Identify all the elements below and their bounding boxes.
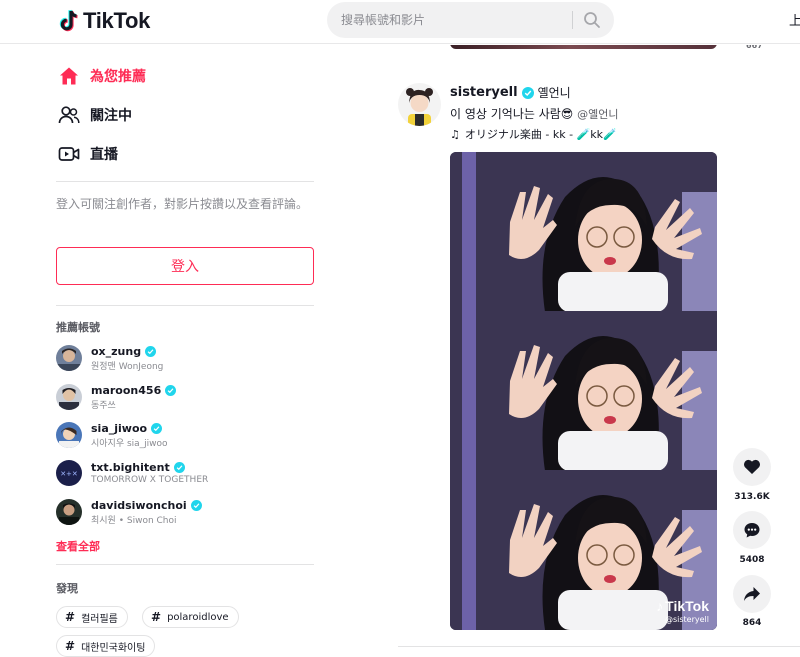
sidebar: 為您推薦 關注中 直播 登入可關注創作者，對影片按讚以及查看評論。 登入 推薦帳… xyxy=(0,45,330,657)
hashtag-icon: # xyxy=(151,610,162,624)
comment-button[interactable] xyxy=(733,511,771,549)
brand-name: TikTok xyxy=(83,8,151,33)
nav-for-you[interactable]: 為您推薦 xyxy=(58,65,146,87)
tag-label: 컬러필름 xyxy=(81,613,118,625)
avatar xyxy=(56,422,82,448)
see-all-link[interactable]: 查看全部 xyxy=(56,538,100,554)
search-icon xyxy=(584,12,600,28)
suggested-account[interactable]: ✕+✕ txt.bighitent TOMORROW X TOGETHER xyxy=(56,458,208,488)
avatar xyxy=(56,345,82,371)
caption-text: 이 영상 기억나는 사람😎 xyxy=(450,107,574,121)
tiktok-note-icon: ♪ xyxy=(656,598,664,614)
video-feed: 667 sisteryell 옐언니 이 영상 기억나는 사람😎 @옐언니 ♫ … xyxy=(330,45,800,657)
account-username: ox_zung xyxy=(91,345,163,358)
verified-icon xyxy=(521,86,534,99)
verified-icon xyxy=(190,499,202,511)
search-bar xyxy=(327,2,614,38)
discover-tag[interactable]: # 컬러필름 xyxy=(56,606,128,628)
like-button[interactable] xyxy=(733,448,771,486)
account-display-name: 동주쓰 xyxy=(91,400,116,411)
nav-label: 直播 xyxy=(90,147,118,163)
svg-text:✕+✕: ✕+✕ xyxy=(60,470,78,478)
divider xyxy=(56,564,314,565)
tag-label: polaroidlove xyxy=(167,611,229,623)
account-display-name: 원정맨 WonJeong xyxy=(91,361,164,372)
previous-video[interactable] xyxy=(450,45,717,49)
following-icon xyxy=(58,104,80,126)
divider xyxy=(56,305,314,306)
watermark-handle: @sisteryell xyxy=(664,615,709,624)
account-display-name: TOMORROW X TOGETHER xyxy=(91,475,209,485)
post-divider xyxy=(398,646,800,647)
account-display-name: 시아지우 sia_jiwoo xyxy=(91,438,168,449)
suggested-accounts-title: 推薦帳號 xyxy=(56,321,100,334)
discover-tag[interactable]: # 대한민국화이팅 xyxy=(56,635,156,657)
account-username: maroon456 xyxy=(91,384,177,397)
watermark-brand: TikTok xyxy=(665,598,709,614)
video-watermark: ♪ TikTok @sisteryell xyxy=(656,598,709,624)
comment-icon xyxy=(744,523,760,538)
tiktok-note-icon xyxy=(58,9,80,33)
music-title: オリジナル楽曲 - kk - 🧪kk🧪 xyxy=(464,128,617,141)
search-button[interactable] xyxy=(579,8,605,32)
author-display-name: 옐언니 xyxy=(537,86,571,100)
login-button[interactable]: 登入 xyxy=(56,247,314,285)
account-display-name: 최시원 • Siwon Choi xyxy=(91,515,177,526)
nav-label: 關注中 xyxy=(90,108,132,124)
hashtag-icon: # xyxy=(65,639,76,653)
search-input[interactable] xyxy=(327,2,571,38)
account-username: davidsiwonchoi xyxy=(91,499,202,512)
nav-live[interactable]: 直播 xyxy=(58,143,118,165)
upload-link[interactable]: 上 xyxy=(789,10,800,29)
avatar xyxy=(56,499,82,525)
search-divider xyxy=(572,11,573,29)
live-icon xyxy=(58,143,80,165)
music-note-icon: ♫ xyxy=(450,127,460,141)
share-button[interactable] xyxy=(733,575,771,613)
verified-icon xyxy=(151,422,163,434)
verified-icon xyxy=(145,345,157,357)
video-player[interactable]: ♪ TikTok @sisteryell xyxy=(450,152,717,630)
tag-label: 대한민국화이팅 xyxy=(81,642,146,654)
suggested-account[interactable]: sia_jiwoo 시아지우 sia_jiwoo xyxy=(56,420,168,450)
video-frame xyxy=(450,311,717,471)
author-avatar[interactable] xyxy=(398,83,441,126)
previous-share-count: 667 xyxy=(746,45,763,50)
caption-mention[interactable]: @옐언니 xyxy=(577,108,618,121)
discover-tag[interactable]: # polaroidlove xyxy=(142,606,239,628)
author-line: sisteryell 옐언니 xyxy=(450,84,571,101)
suggested-account[interactable]: ox_zung 원정맨 WonJeong xyxy=(56,343,163,373)
tiktok-logo[interactable]: TikTok xyxy=(58,8,150,34)
comment-count: 5408 xyxy=(739,555,765,565)
divider xyxy=(56,181,314,182)
account-username: txt.bighitent xyxy=(91,461,208,474)
home-icon xyxy=(58,65,80,87)
share-icon xyxy=(744,587,760,601)
suggested-account[interactable]: maroon456 동주쓰 xyxy=(56,382,177,412)
account-username: sia_jiwoo xyxy=(91,422,168,435)
nav-label: 為您推薦 xyxy=(90,69,146,85)
login-hint: 登入可關注創作者，對影片按讚以及查看評論。 xyxy=(56,197,309,211)
share-count: 864 xyxy=(742,618,762,628)
music-link[interactable]: ♫ オリジナル楽曲 - kk - 🧪kk🧪 xyxy=(450,126,617,142)
avatar xyxy=(56,384,82,410)
hashtag-icon: # xyxy=(65,610,76,624)
discover-title: 發現 xyxy=(56,582,78,595)
author-username[interactable]: sisteryell xyxy=(450,85,518,100)
verified-icon xyxy=(173,462,185,473)
video-frame xyxy=(450,152,717,312)
like-count: 313.6K xyxy=(734,492,770,502)
post-caption: 이 영상 기억나는 사람😎 @옐언니 xyxy=(450,105,619,122)
suggested-account[interactable]: davidsiwonchoi 최시원 • Siwon Choi xyxy=(56,497,202,527)
avatar: ✕+✕ xyxy=(56,460,82,486)
verified-icon xyxy=(165,384,177,396)
top-bar: TikTok 上 xyxy=(0,0,800,44)
nav-following[interactable]: 關注中 xyxy=(58,104,132,126)
heart-icon xyxy=(744,459,760,474)
